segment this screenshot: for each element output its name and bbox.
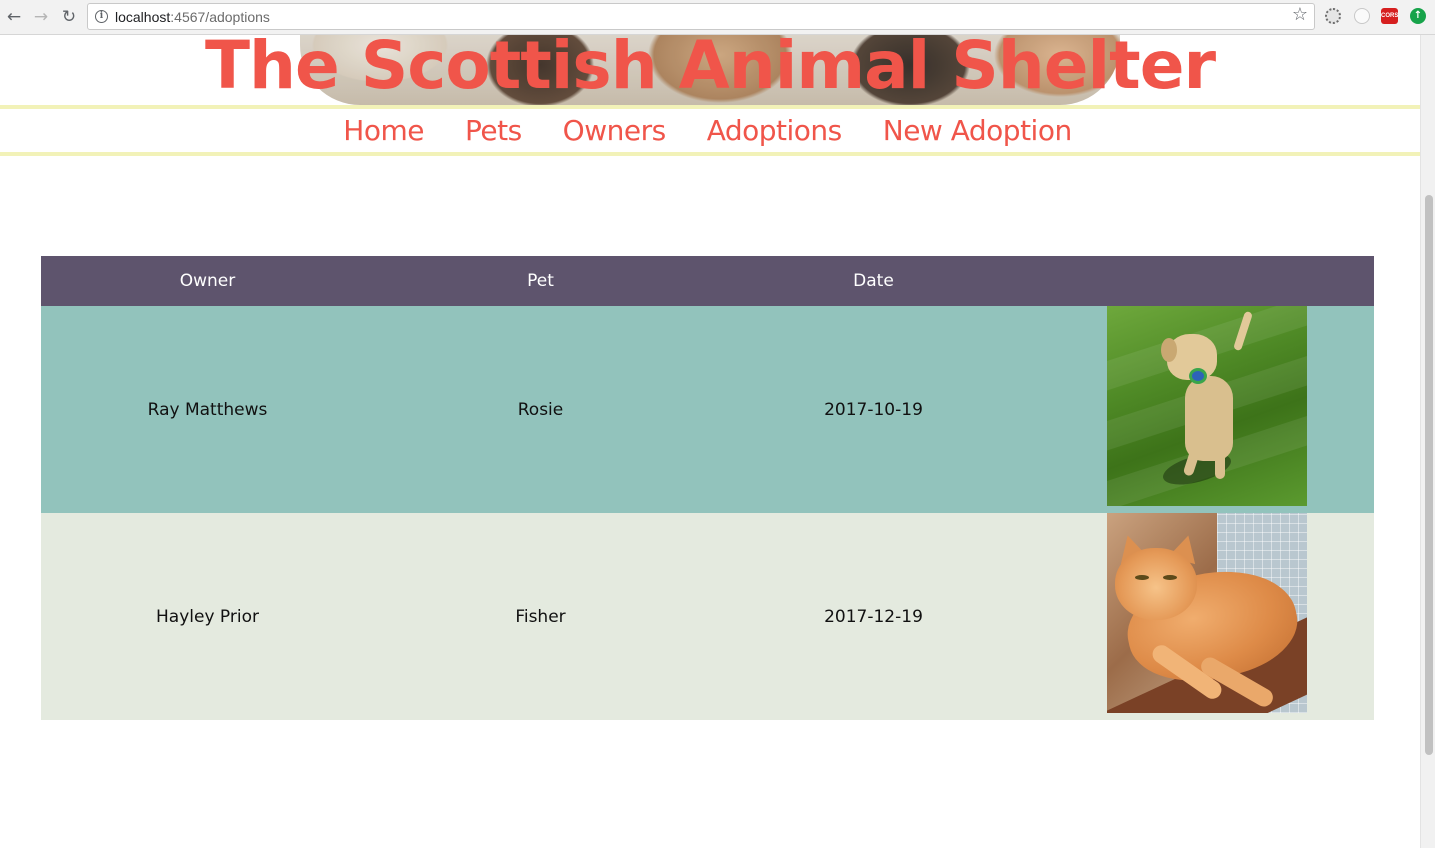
table-row: Hayley Prior Fisher 2017-12-19 [41,513,1374,720]
header-banner: The Scottish Animal Shelter [0,35,1420,105]
nav-new-adoption[interactable]: New Adoption [883,116,1072,145]
url-path: :4567/adoptions [170,9,270,25]
nav-home[interactable]: Home [343,116,424,145]
reload-icon[interactable]: ↻ [58,6,80,28]
date-cell: 2017-10-19 [824,399,923,420]
column-header-pet: Pet [527,271,554,291]
extension-ghost-icon[interactable] [1354,8,1370,24]
forward-arrow-icon[interactable]: → [30,6,52,28]
pet-cell: Fisher [515,606,566,627]
column-header-date: Date [853,271,894,291]
back-arrow-icon[interactable]: ← [3,6,25,28]
column-header-photo [1040,256,1374,306]
adoptions-table: Owner Pet Date Ray Matthews Rosie 2017-1… [41,256,1374,720]
vertical-scrollbar[interactable] [1420,35,1435,848]
url-host: localhost [115,9,171,25]
site-title: The Scottish Animal Shelter [204,35,1216,104]
nav-pets[interactable]: Pets [465,116,522,145]
address-bar[interactable]: i localhost:4567/adoptions ☆ [87,3,1315,30]
page-viewport: The Scottish Animal Shelter Home Pets Ow… [0,35,1420,848]
date-cell: 2017-12-19 [824,606,923,627]
nav-owners[interactable]: Owners [563,116,667,145]
info-icon[interactable]: i [95,10,108,23]
photo-cell [1040,306,1374,513]
column-header-owner: Owner [179,271,236,291]
extension-gear-icon[interactable] [1325,8,1341,24]
extension-upload-icon[interactable]: ↑ [1410,8,1426,24]
scrollbar-thumb[interactable] [1425,195,1433,755]
main-nav: Home Pets Owners Adoptions New Adoption [0,105,1420,156]
cat-photo [1106,513,1307,713]
owner-cell: Ray Matthews [147,399,268,420]
url-text: localhost:4567/adoptions [115,9,270,25]
dog-photo [1106,306,1307,506]
table-header: Owner Pet Date [41,256,1374,306]
extension-cors-icon[interactable]: CORS [1381,8,1398,24]
nav-adoptions[interactable]: Adoptions [707,116,843,145]
photo-cell [1040,513,1374,720]
owner-cell: Hayley Prior [156,606,259,627]
table-row: Ray Matthews Rosie 2017-10-19 [41,306,1374,513]
browser-toolbar: ← → ↻ i localhost:4567/adoptions ☆ CORS … [0,0,1435,35]
pet-cell: Rosie [517,399,564,420]
bookmark-star-icon[interactable]: ☆ [1292,6,1308,24]
